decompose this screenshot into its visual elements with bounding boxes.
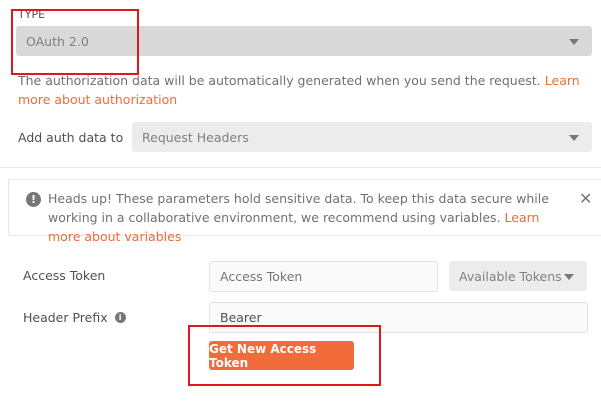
highlight-box-type [11,9,139,75]
available-tokens-select[interactable]: Available Tokens [449,261,587,291]
add-auth-value: Request Headers [142,129,249,145]
sensitive-data-alert: ! Heads up! These parameters hold sensit… [8,179,601,244]
highlight-box-button [188,325,381,386]
warning-icon: ! [26,192,41,207]
header-prefix-label-group: Header Prefix i [23,310,126,325]
chevron-down-icon [564,274,574,280]
chevron-down-icon [569,39,579,45]
divider [0,167,601,168]
chevron-down-icon [569,135,579,141]
add-auth-select[interactable]: Request Headers [132,122,592,152]
access-token-label: Access Token [23,268,106,283]
access-token-input[interactable] [209,261,438,292]
auth-description: The authorization data will be automatic… [18,73,580,107]
info-icon[interactable]: i [114,312,126,323]
header-prefix-label: Header Prefix [23,310,108,325]
available-tokens-label: Available Tokens [459,268,562,284]
alert-text: Heads up! These parameters hold sensitiv… [48,191,549,244]
close-icon[interactable]: ✕ [579,189,592,208]
add-auth-label: Add auth data to [18,130,124,145]
